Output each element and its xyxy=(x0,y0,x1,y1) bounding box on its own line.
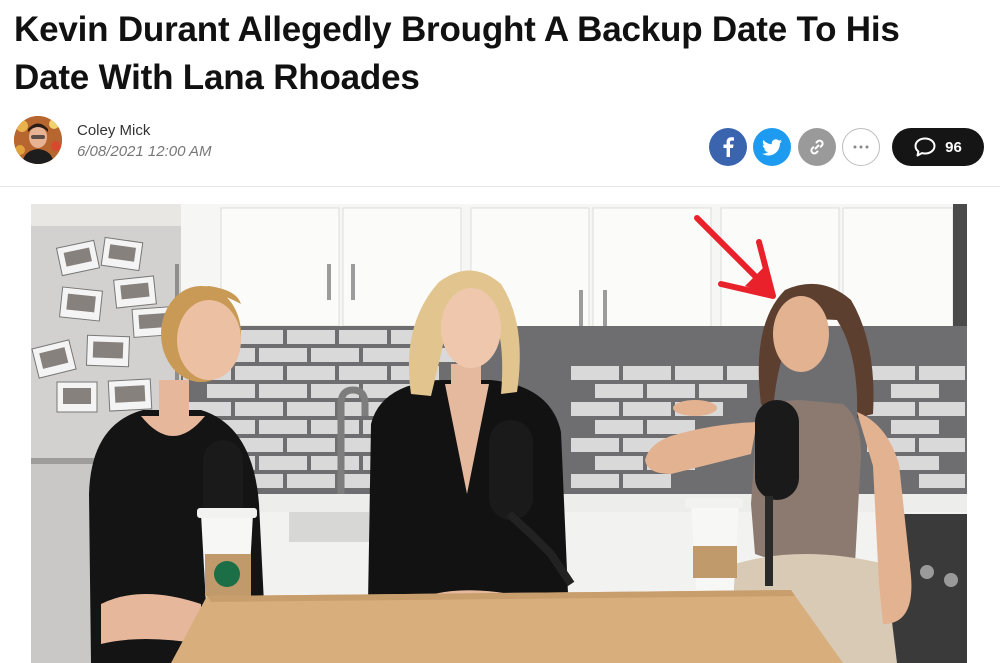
share-twitter-button[interactable] xyxy=(753,128,791,166)
twitter-icon xyxy=(762,138,782,155)
comments-button[interactable]: 96 xyxy=(892,128,984,166)
byline: Coley Mick 6/08/2021 12:00 AM 96 xyxy=(14,116,986,168)
more-share-button[interactable] xyxy=(842,128,880,166)
author-avatar[interactable] xyxy=(14,116,62,164)
header-divider xyxy=(0,186,1000,187)
comment-bubble-icon xyxy=(914,137,936,157)
publish-date: 6/08/2021 12:00 AM xyxy=(77,143,212,160)
facebook-icon xyxy=(723,137,734,157)
link-icon xyxy=(810,139,824,155)
article-title: Kevin Durant Allegedly Brought A Backup … xyxy=(14,10,900,97)
author-name[interactable]: Coley Mick xyxy=(77,122,150,139)
more-icon xyxy=(853,145,869,149)
comment-count: 96 xyxy=(945,138,962,156)
article-hero-image[interactable] xyxy=(31,204,967,663)
share-facebook-button[interactable] xyxy=(709,128,747,166)
copy-link-button[interactable] xyxy=(798,128,836,166)
